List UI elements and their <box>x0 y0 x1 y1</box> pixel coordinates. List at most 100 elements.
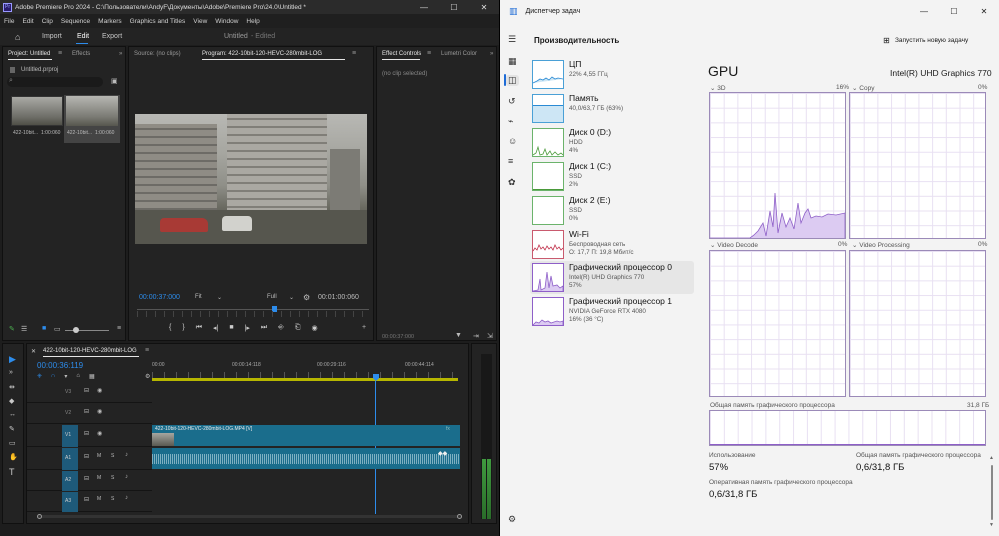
effect-menu-icon[interactable]: ≡ <box>427 50 431 57</box>
project-menu-icon[interactable]: ≡ <box>58 50 62 57</box>
engine-3d-label[interactable]: ⌄ 3D <box>710 84 726 92</box>
category-disk2[interactable]: Диск 2 (E:) SSD 0% <box>530 194 694 227</box>
linked-icon[interactable]: ∩ <box>51 373 55 381</box>
menu-file[interactable]: File <box>4 18 14 25</box>
mute-button[interactable]: M <box>97 496 101 502</box>
icon-view-icon[interactable]: ■ <box>42 325 46 332</box>
maximize-button[interactable]: ☐ <box>439 0 469 14</box>
expand-icon[interactable]: » <box>490 51 493 57</box>
add-button-icon[interactable]: + <box>362 324 366 331</box>
menu-edit[interactable]: Edit <box>22 18 33 25</box>
mark-in-icon[interactable]: { <box>169 324 171 336</box>
solo-button[interactable]: S <box>111 475 114 481</box>
slip-icon[interactable]: ↔ <box>9 411 16 418</box>
mute-button[interactable]: M <box>97 453 101 459</box>
quality-dropdown[interactable]: Full <box>267 294 277 300</box>
selection-tool-icon[interactable]: ▶ <box>9 354 16 365</box>
import-tab[interactable]: Import <box>42 33 62 40</box>
tab-program[interactable]: Program: 422-10bit-120-HEVC-280mbit-LOG <box>202 51 322 57</box>
clip-thumb-2[interactable]: 422-10bit... 1:00:060 <box>64 95 120 143</box>
tab-project[interactable]: Project: Untitled <box>8 51 50 57</box>
marker-icon[interactable]: ▾ <box>64 373 67 381</box>
mic-icon[interactable]: ♪ <box>125 452 128 458</box>
sync-lock-icon[interactable]: ⊟ <box>84 475 89 482</box>
tm-minimize-button[interactable]: — <box>909 4 939 18</box>
zoom-slider-handle[interactable] <box>73 327 79 333</box>
audio-clip[interactable]: ◆◆ <box>152 448 460 469</box>
pencil-icon[interactable]: ✎ <box>9 325 15 333</box>
new-bin-icon[interactable]: ▣ <box>111 77 118 85</box>
eye-icon[interactable]: ◉ <box>97 387 102 394</box>
performance-icon[interactable]: ◫ <box>506 75 519 86</box>
mic-icon[interactable]: ♪ <box>125 495 128 501</box>
export2-icon[interactable]: ⇲ <box>487 332 493 340</box>
eye-icon[interactable]: ◉ <box>97 408 102 415</box>
settings-gear-icon[interactable]: ⚙ <box>508 514 516 525</box>
tm-maximize-button[interactable]: ☐ <box>939 4 969 18</box>
app-history-icon[interactable]: ↺ <box>508 96 516 107</box>
work-area-bar[interactable] <box>152 378 458 381</box>
wrench-icon[interactable]: ⚙ <box>145 373 150 380</box>
processes-icon[interactable]: ▦ <box>508 56 517 67</box>
expand-icon[interactable]: » <box>119 51 122 57</box>
menu-sequence[interactable]: Sequence <box>61 18 90 25</box>
mic-icon[interactable]: ♪ <box>125 474 128 480</box>
timeline-menu-icon[interactable]: ≡ <box>145 347 149 354</box>
engine-processing-label[interactable]: ⌄ Video Processing <box>852 241 910 249</box>
menu-view[interactable]: View <box>193 18 207 25</box>
stop-icon[interactable]: ■ <box>229 324 233 336</box>
scrub-bar[interactable] <box>137 309 369 310</box>
category-gpu0[interactable]: Графический процессор 0 Intel(R) UHD Gra… <box>530 261 694 294</box>
time-ruler[interactable]: 00:00 00:00:14:118 00:00:29:116 00:00:44… <box>152 362 458 378</box>
menu-help[interactable]: Help <box>246 18 259 25</box>
list-view-icon[interactable]: ☰ <box>21 325 27 333</box>
insert-icon[interactable]: ⎆ <box>278 324 284 336</box>
fit-dropdown[interactable]: Fit <box>195 294 202 300</box>
add-marker-icon[interactable]: ⌂ <box>76 373 80 381</box>
home-icon[interactable]: ⌂ <box>15 32 20 42</box>
details-icon[interactable]: ≡ <box>508 156 513 166</box>
timeline-close-icon[interactable]: ✕ <box>31 348 36 355</box>
category-gpu1[interactable]: Графический процессор 1 NVIDIA GeForce R… <box>530 295 694 328</box>
mark-out-icon[interactable]: } <box>182 324 184 336</box>
scrollbar[interactable]: ▲ ▼ <box>989 455 995 530</box>
minimize-button[interactable]: — <box>409 0 439 14</box>
menu-clip[interactable]: Clip <box>42 18 53 25</box>
category-cpu[interactable]: ЦП 22% 4,55 ГГц <box>530 58 694 91</box>
sync-lock-icon[interactable]: ⊟ <box>84 430 89 437</box>
search-input[interactable]: ⌕ <box>7 77 103 87</box>
tab-source[interactable]: Source: (no clips) <box>134 51 181 57</box>
tab-effect-controls[interactable]: Effect Controls <box>382 51 421 57</box>
tab-lumetri[interactable]: Lumetri Color <box>441 51 477 57</box>
razor-icon[interactable]: ◆ <box>9 397 14 405</box>
sync-lock-icon[interactable]: ⊟ <box>84 387 89 394</box>
new-task-icon[interactable]: ⊞ <box>883 36 890 45</box>
sync-lock-icon[interactable]: ⊟ <box>84 496 89 503</box>
engine-decode-label[interactable]: ⌄ Video Decode <box>710 241 758 249</box>
freeform-icon[interactable]: ▭ <box>54 325 61 333</box>
timeline-timecode[interactable]: 00:00:36:119 <box>37 361 83 370</box>
sync-lock-icon[interactable]: ⊟ <box>84 453 89 460</box>
hamburger-icon[interactable]: ☰ <box>508 34 516 45</box>
captions-icon[interactable]: ▦ <box>89 373 95 381</box>
menu-graphics[interactable]: Graphics and Titles <box>130 18 186 25</box>
fit-chevron-icon[interactable]: ⌄ <box>217 294 222 301</box>
go-to-out-icon[interactable]: ⏭ <box>261 324 267 336</box>
settings-wrench-icon[interactable]: ⚙ <box>303 293 310 302</box>
users-icon[interactable]: ☺ <box>508 136 517 146</box>
panel-menu-icon[interactable]: ≡ <box>117 325 121 332</box>
video-clip[interactable]: 422-10bit-120-HEVC-280mbit-LOG.MP4 [V] f… <box>152 425 460 446</box>
export-icon[interactable]: ⇥ <box>473 332 479 340</box>
export-frame-icon[interactable]: ◉ <box>311 324 317 336</box>
edit-tab[interactable]: Edit <box>77 33 89 40</box>
mute-button[interactable]: M <box>97 475 101 481</box>
engine-copy-label[interactable]: ⌄ Copy <box>852 84 874 92</box>
overwrite-icon[interactable]: ⎗ <box>295 324 301 336</box>
category-disk0[interactable]: Диск 0 (D:) HDD 4% <box>530 126 694 159</box>
track-select-icon[interactable]: » <box>9 369 13 376</box>
startup-icon[interactable]: ⌁ <box>508 116 513 127</box>
eye-icon[interactable]: ◉ <box>97 430 102 437</box>
type-icon[interactable]: T <box>9 467 15 477</box>
export-tab[interactable]: Export <box>102 33 122 40</box>
filter-icon[interactable]: ▼ <box>455 332 462 339</box>
